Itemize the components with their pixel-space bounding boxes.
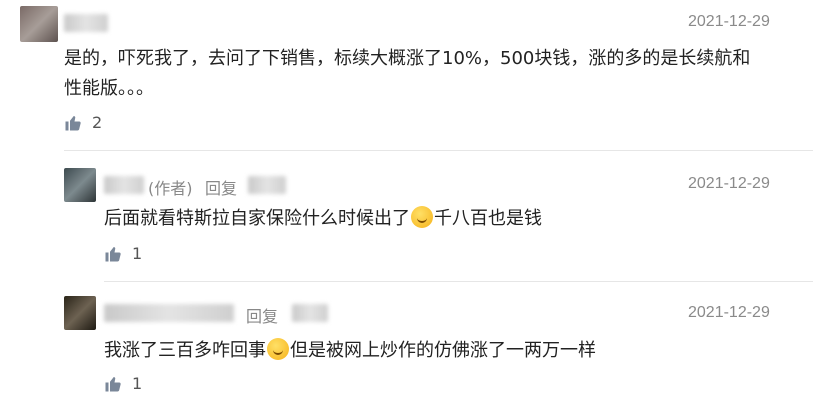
thumbs-up-icon — [105, 246, 121, 261]
thumbs-up-icon — [65, 115, 81, 130]
reply-text-part: 我涨了三百多咋回事 — [104, 340, 266, 361]
author-tag: (作者) — [148, 179, 193, 198]
reply-label[interactable]: 回复 — [205, 175, 237, 199]
comment-text-line: 是的，吓死我了，去问了下销售，标续大概涨了10%，500块钱，涨的多的是长续航和 — [64, 48, 751, 69]
reply-text: 我涨了三百多咋回事 但是被网上炒作的仿佛涨了一两万一样 — [104, 336, 596, 366]
divider — [64, 150, 813, 151]
username-blurred[interactable] — [104, 304, 234, 322]
avatar[interactable] — [64, 296, 96, 330]
reply-date: 2021-12-29 — [688, 175, 770, 192]
like-count: 2 — [92, 113, 103, 132]
username-blurred[interactable] — [104, 176, 144, 194]
reply-target-blurred[interactable] — [248, 176, 286, 194]
avatar[interactable] — [64, 168, 96, 202]
reply-date: 2021-12-29 — [688, 304, 770, 321]
reply-text-part: 但是被网上炒作的仿佛涨了一两万一样 — [290, 340, 596, 361]
divider — [104, 281, 813, 282]
reply-text: 后面就看特斯拉自家保险什么时候出了 千八百也是钱 — [104, 204, 542, 234]
avatar[interactable] — [20, 6, 58, 42]
username-blurred[interactable] — [64, 14, 108, 32]
reply-text-part: 千八百也是钱 — [434, 208, 542, 229]
thinking-emoji-icon — [267, 338, 289, 360]
comment-text-line: 性能版。。。 — [64, 78, 154, 99]
comment-date: 2021-12-29 — [688, 13, 770, 30]
like-count: 1 — [132, 374, 143, 393]
like-button[interactable]: 1 — [104, 244, 142, 263]
like-button[interactable]: 1 — [104, 374, 142, 393]
like-count: 1 — [132, 244, 143, 263]
reply-text-part: 后面就看特斯拉自家保险什么时候出了 — [104, 208, 410, 229]
reply-target-blurred[interactable] — [292, 304, 328, 322]
thumbs-up-icon — [105, 376, 121, 391]
laugh-cry-emoji-icon — [411, 206, 433, 228]
comment-text: 是的，吓死我了，去问了下销售，标续大概涨了10%，500块钱，涨的多的是长续航和… — [64, 44, 794, 104]
like-button[interactable]: 2 — [64, 113, 102, 132]
reply-label[interactable]: 回复 — [246, 303, 278, 327]
